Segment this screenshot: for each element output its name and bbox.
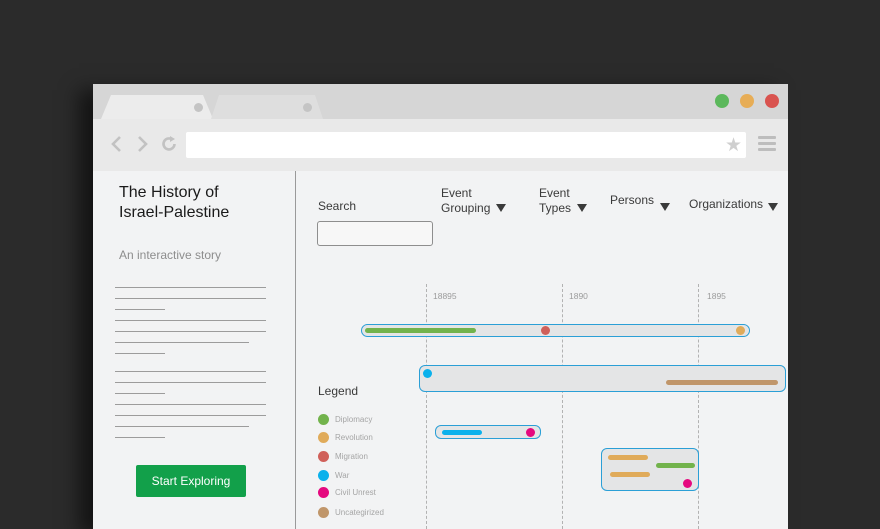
revolution-event-bar[interactable] bbox=[610, 472, 650, 477]
browser-window: ★ The History of Israel-Palestine An int… bbox=[93, 84, 788, 529]
browser-tab-active[interactable] bbox=[101, 95, 213, 119]
star-icon[interactable]: ★ bbox=[725, 134, 742, 156]
chevron-down-icon bbox=[496, 204, 506, 212]
uncategorized-event-bar[interactable] bbox=[666, 380, 778, 385]
legend-swatch bbox=[318, 507, 329, 518]
legend-label: Civil Unrest bbox=[335, 488, 376, 497]
tab-bar bbox=[93, 84, 788, 119]
forward-icon[interactable] bbox=[133, 135, 151, 153]
legend-label: War bbox=[335, 471, 350, 480]
address-bar[interactable]: ★ bbox=[186, 132, 746, 158]
timeline-panel: Search Event Grouping Event Types Person… bbox=[296, 171, 788, 529]
chevron-down-icon bbox=[577, 204, 587, 212]
back-icon[interactable] bbox=[108, 135, 126, 153]
legend-swatch bbox=[318, 487, 329, 498]
close-button[interactable] bbox=[765, 94, 779, 108]
event-group[interactable] bbox=[361, 324, 750, 337]
war-event-bar[interactable] bbox=[442, 430, 482, 435]
tab-close-icon[interactable] bbox=[194, 103, 203, 112]
civil-unrest-event-point[interactable] bbox=[526, 427, 535, 437]
tab-close-icon[interactable] bbox=[303, 103, 312, 112]
chevron-down-icon bbox=[768, 203, 778, 211]
legend-label: Uncategirized bbox=[335, 508, 384, 517]
tick-gridline bbox=[698, 284, 699, 529]
start-exploring-button[interactable]: Start Exploring bbox=[136, 465, 246, 497]
menu-icon[interactable] bbox=[758, 136, 776, 152]
browser-tab[interactable] bbox=[211, 95, 323, 119]
legend-label: Diplomacy bbox=[335, 415, 373, 424]
event-group[interactable] bbox=[419, 365, 786, 392]
event-types-label: Event Types bbox=[539, 186, 572, 215]
tick-label: 18895 bbox=[433, 291, 457, 301]
event-grouping-label: Event Grouping bbox=[441, 186, 491, 215]
diplomacy-event-bar[interactable] bbox=[656, 463, 695, 468]
legend-swatch bbox=[318, 432, 329, 443]
war-event-point[interactable] bbox=[423, 369, 432, 378]
legend-swatch bbox=[318, 470, 329, 481]
legend-title: Legend bbox=[318, 384, 359, 398]
legend-swatch bbox=[318, 414, 329, 425]
sidebar: The History of Israel-Palestine An inter… bbox=[93, 171, 296, 529]
persons-label: Persons bbox=[610, 193, 655, 207]
search-input[interactable] bbox=[317, 221, 433, 246]
tick-gridline bbox=[562, 284, 563, 529]
search-label: Search bbox=[318, 199, 357, 213]
legend-label: Revolution bbox=[335, 433, 373, 442]
revolution-event-point[interactable] bbox=[736, 326, 745, 335]
maximize-button[interactable] bbox=[715, 94, 729, 108]
migration-event-point[interactable] bbox=[541, 326, 550, 335]
browser-toolbar: ★ bbox=[93, 119, 788, 171]
legend-swatch bbox=[318, 451, 329, 462]
page-subtitle: An interactive story bbox=[119, 248, 222, 262]
diplomacy-event-bar[interactable] bbox=[365, 328, 476, 333]
page-title: The History of Israel-Palestine bbox=[119, 184, 230, 221]
legend-label: Migration bbox=[335, 452, 368, 461]
organizations-label: Organizations bbox=[689, 197, 764, 211]
tick-gridline bbox=[426, 284, 427, 529]
civil-unrest-event-point[interactable] bbox=[683, 479, 692, 488]
page-content: The History of Israel-Palestine An inter… bbox=[93, 171, 788, 529]
event-group[interactable] bbox=[601, 448, 699, 491]
chevron-down-icon bbox=[660, 203, 670, 211]
tick-label: 1895 bbox=[707, 291, 726, 301]
tick-label: 1890 bbox=[569, 291, 588, 301]
revolution-event-bar[interactable] bbox=[608, 455, 648, 460]
event-group[interactable] bbox=[435, 425, 541, 439]
minimize-button[interactable] bbox=[740, 94, 754, 108]
reload-icon[interactable] bbox=[160, 135, 178, 153]
